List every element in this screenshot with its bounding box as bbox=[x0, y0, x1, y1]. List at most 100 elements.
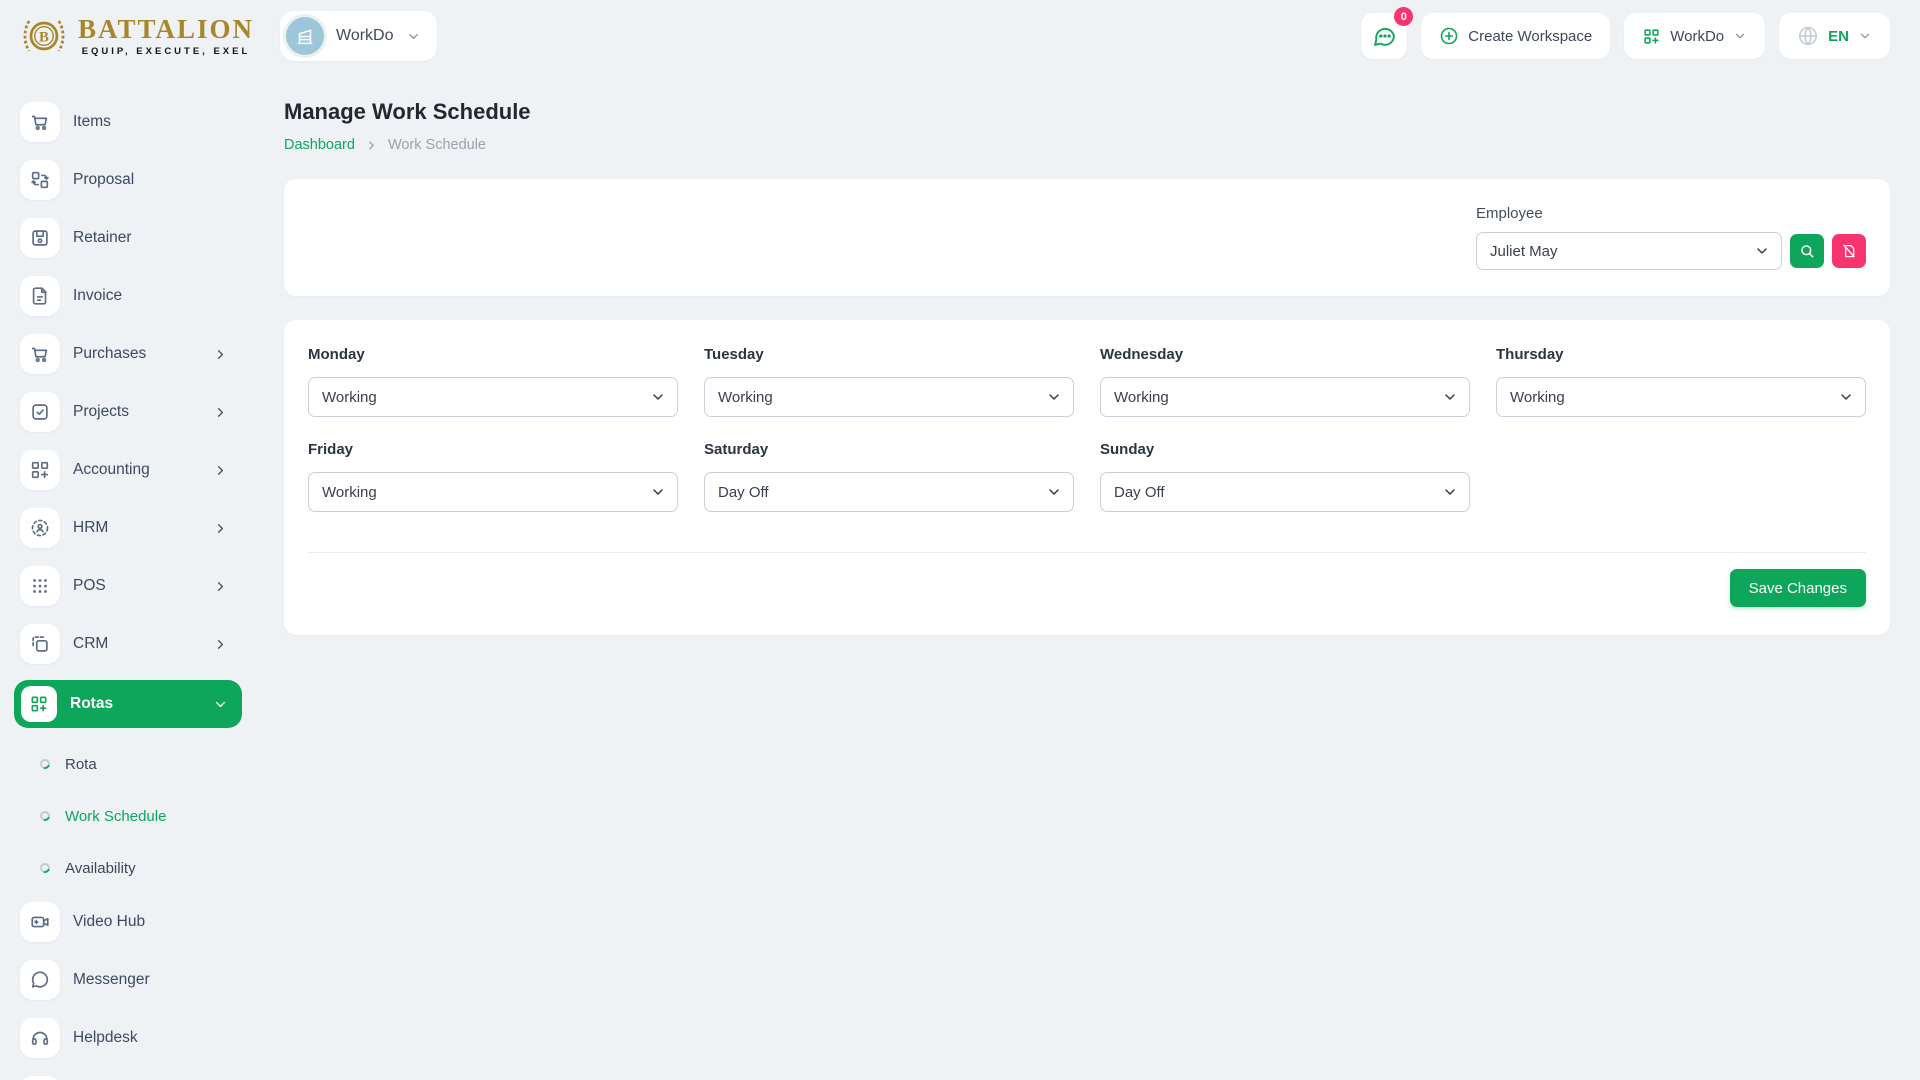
chevron-down-icon bbox=[213, 697, 228, 712]
sidebar-item-crm[interactable]: CRM bbox=[20, 622, 234, 666]
sidebar-item-helpdesk[interactable]: Helpdesk bbox=[20, 1016, 234, 1060]
chevron-right-icon bbox=[213, 521, 228, 536]
sidebar-item-rotas[interactable]: Rotas bbox=[14, 680, 242, 728]
chevron-right-icon bbox=[213, 405, 228, 420]
sidebar: Items Proposal Retainer Invoice Purchase bbox=[0, 72, 248, 1080]
sidebar-item-video-hub[interactable]: Video Hub bbox=[20, 900, 234, 944]
tuesday-select[interactable]: Working bbox=[704, 377, 1074, 417]
sidebar-item-proposal[interactable]: Proposal bbox=[20, 158, 234, 202]
sunday-select[interactable]: Day Off bbox=[1100, 472, 1470, 512]
workdo-menu-button[interactable]: WorkDo bbox=[1624, 13, 1765, 59]
workspace-name: WorkDo bbox=[336, 27, 394, 45]
cart-icon bbox=[20, 102, 60, 142]
sidebar-item-retainer[interactable]: Retainer bbox=[20, 216, 234, 260]
chat-bubble-icon bbox=[1372, 24, 1397, 49]
sidebar-subitem-availability[interactable]: Availability bbox=[40, 848, 234, 888]
chevron-right-icon bbox=[213, 347, 228, 362]
square-check-icon bbox=[20, 392, 60, 432]
sidebar-subitem-work-schedule[interactable]: Work Schedule bbox=[40, 796, 234, 836]
user-circle-icon bbox=[20, 508, 60, 548]
sidebar-subitem-rota[interactable]: Rota bbox=[40, 744, 234, 784]
swap-boxes-icon bbox=[20, 160, 60, 200]
sidebar-item-pos[interactable]: POS bbox=[20, 564, 234, 608]
day-label: Wednesday bbox=[1100, 346, 1470, 363]
brand-tagline: EQUIP, EXECUTE, EXEL bbox=[82, 46, 251, 57]
breadcrumb: Dashboard Work Schedule bbox=[284, 137, 1890, 153]
grid-plus-icon bbox=[20, 450, 60, 490]
search-icon bbox=[1799, 243, 1815, 259]
copy-icon bbox=[20, 624, 60, 664]
day-label: Monday bbox=[308, 346, 678, 363]
chevron-down-icon bbox=[1733, 29, 1747, 43]
sidebar-item-hrm[interactable]: HRM bbox=[20, 506, 234, 550]
chevron-down-icon bbox=[406, 29, 421, 44]
day-label: Tuesday bbox=[704, 346, 1074, 363]
day-cell-sunday: Sunday Day Off bbox=[1100, 441, 1470, 512]
sidebar-item-invoice[interactable]: Invoice bbox=[20, 274, 234, 318]
language-code: EN bbox=[1828, 28, 1849, 45]
thursday-select[interactable]: Working bbox=[1496, 377, 1866, 417]
day-label: Sunday bbox=[1100, 441, 1470, 458]
saturday-select[interactable]: Day Off bbox=[704, 472, 1074, 512]
chevron-right-icon bbox=[365, 139, 378, 152]
save-icon bbox=[20, 218, 60, 258]
headphones-icon bbox=[20, 1018, 60, 1058]
employee-filter-card: Employee Juliet May bbox=[284, 179, 1890, 296]
breadcrumb-current: Work Schedule bbox=[388, 137, 486, 153]
create-workspace-button[interactable]: Create Workspace bbox=[1421, 13, 1610, 59]
bullet-icon bbox=[38, 809, 52, 823]
messages-button[interactable]: 0 bbox=[1361, 13, 1407, 59]
sidebar-item-messenger[interactable]: Messenger bbox=[20, 958, 234, 1002]
day-label: Saturday bbox=[704, 441, 1074, 458]
sidebar-item-accounting[interactable]: Accounting bbox=[20, 448, 234, 492]
day-cell-wednesday: Wednesday Working bbox=[1100, 346, 1470, 417]
workspace-selector[interactable]: WorkDo bbox=[280, 11, 437, 61]
plus-circle-icon bbox=[1439, 26, 1459, 46]
grid-plus-icon bbox=[1642, 27, 1661, 46]
create-workspace-label: Create Workspace bbox=[1468, 28, 1592, 45]
page-title: Manage Work Schedule bbox=[284, 99, 1890, 125]
day-cell-monday: Monday Working bbox=[308, 346, 678, 417]
chevron-right-icon bbox=[213, 463, 228, 478]
brand-name: BATTALION bbox=[78, 16, 254, 43]
workspace-avatar bbox=[286, 17, 324, 55]
chevron-down-icon bbox=[1858, 29, 1872, 43]
building-icon bbox=[294, 25, 316, 47]
chevron-right-icon bbox=[213, 579, 228, 594]
search-button[interactable] bbox=[1790, 234, 1824, 268]
workdo-menu-label: WorkDo bbox=[1670, 28, 1724, 45]
wednesday-select[interactable]: Working bbox=[1100, 377, 1470, 417]
sidebar-item-projects[interactable]: Projects bbox=[20, 390, 234, 434]
monday-select[interactable]: Working bbox=[308, 377, 678, 417]
day-cell-saturday: Saturday Day Off bbox=[704, 441, 1074, 512]
bullet-icon bbox=[38, 861, 52, 875]
save-changes-button[interactable]: Save Changes bbox=[1730, 569, 1866, 607]
language-selector[interactable]: EN bbox=[1779, 13, 1890, 59]
chevron-right-icon bbox=[213, 637, 228, 652]
video-camera-icon bbox=[20, 902, 60, 942]
brand-logo: B BATTALION EQUIP, EXECUTE, EXEL bbox=[18, 8, 254, 64]
cart-icon bbox=[20, 334, 60, 374]
sidebar-item-items[interactable]: Items bbox=[20, 100, 234, 144]
day-label: Thursday bbox=[1496, 346, 1866, 363]
day-label: Friday bbox=[308, 441, 678, 458]
notification-badge: 0 bbox=[1394, 7, 1413, 26]
dots-grid-icon bbox=[20, 566, 60, 606]
schedule-footer: Save Changes bbox=[308, 552, 1866, 607]
chat-icon bbox=[20, 960, 60, 1000]
day-cell-thursday: Thursday Working bbox=[1496, 346, 1866, 417]
sidebar-item-settings[interactable]: Settings bbox=[20, 1074, 234, 1080]
friday-select[interactable]: Working bbox=[308, 472, 678, 512]
file-icon bbox=[20, 276, 60, 316]
file-slash-icon bbox=[1841, 243, 1857, 259]
grid-plus-icon bbox=[21, 686, 57, 722]
day-cell-tuesday: Tuesday Working bbox=[704, 346, 1074, 417]
main-content: Manage Work Schedule Dashboard Work Sche… bbox=[248, 72, 1920, 1080]
globe-icon bbox=[1797, 25, 1819, 47]
breadcrumb-dashboard-link[interactable]: Dashboard bbox=[284, 137, 355, 153]
sidebar-item-purchases[interactable]: Purchases bbox=[20, 332, 234, 376]
clear-filter-button[interactable] bbox=[1832, 234, 1866, 268]
employee-select[interactable]: Juliet May bbox=[1476, 232, 1782, 270]
gear-icon bbox=[20, 1076, 60, 1080]
top-header: B BATTALION EQUIP, EXECUTE, EXEL WorkDo … bbox=[0, 0, 1920, 72]
